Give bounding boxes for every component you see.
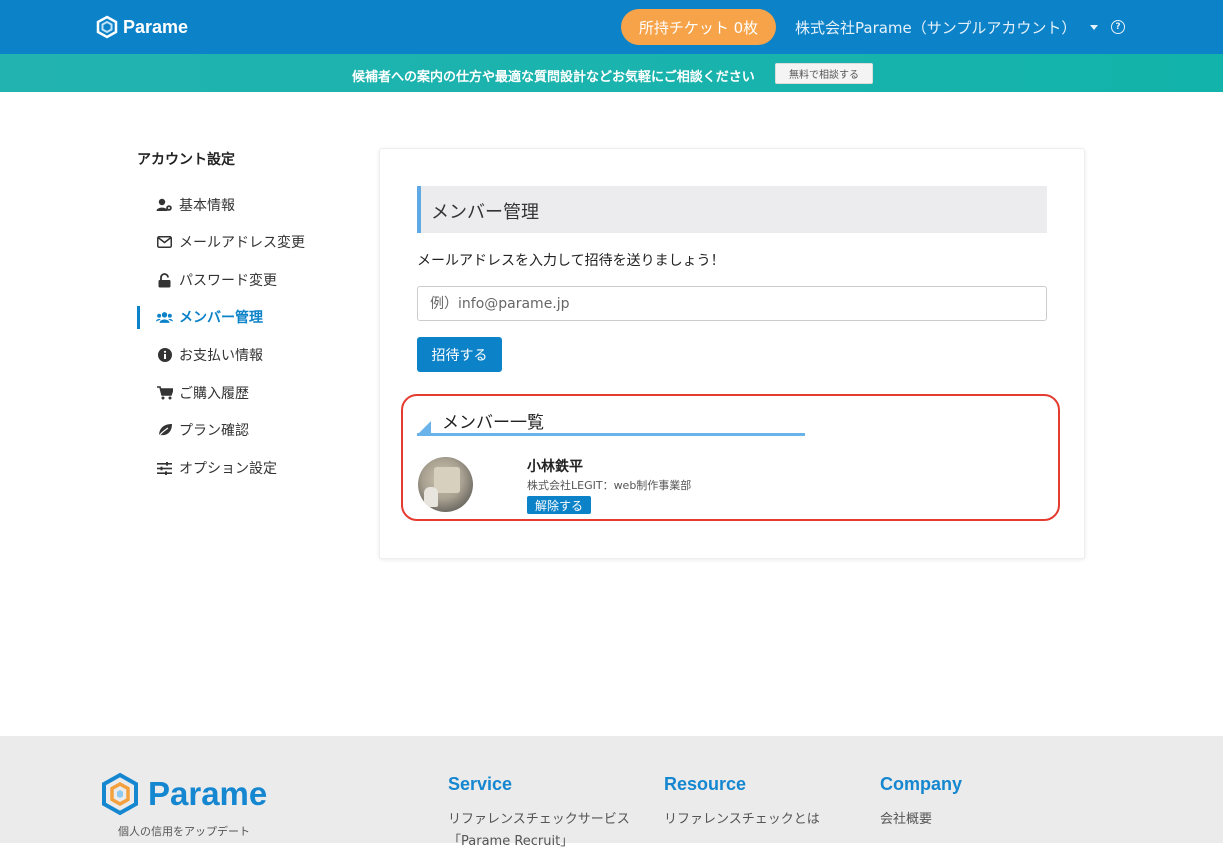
sidebar-title: アカウント設定: [137, 152, 235, 168]
header-brand: Parame: [123, 16, 189, 37]
top-header: Parame 所持チケット 0枚 株式会社Parame（サンプルアカウント） ?: [0, 0, 1223, 54]
question-circle-icon[interactable]: ?: [1111, 20, 1125, 34]
chevron-down-icon: [1090, 25, 1099, 30]
cart-icon: [156, 385, 173, 401]
invite-description: メールアドレスを入力して招待を送りましょう！: [417, 253, 725, 269]
user-gear-icon: [156, 197, 173, 213]
sidebar-item-label: オプション設定: [179, 461, 277, 477]
footer-service-title: Service: [448, 774, 513, 794]
footer-tagline: 個人の信用をアップデート: [118, 825, 250, 838]
member-organization: 株式会社LEGIT：web制作事業部: [527, 479, 692, 492]
sidebar-item-option-settings[interactable]: オプション設定: [156, 458, 277, 478]
sidebar-item-password-change[interactable]: パスワード変更: [156, 270, 277, 290]
sidebar-item-purchase-history[interactable]: ご購入履歴: [156, 383, 249, 403]
member-name: 小林鉄平: [527, 459, 583, 475]
footer-link-parame-recruit[interactable]: 「Parame Recruit」: [448, 830, 573, 849]
active-indicator: [137, 306, 140, 329]
unlock-icon: [156, 272, 173, 288]
sidebar-item-email-change[interactable]: メールアドレス変更: [156, 232, 305, 252]
avatar: [418, 457, 473, 512]
sidebar-item-label: メンバー管理: [179, 310, 263, 326]
users-icon: [156, 309, 173, 325]
parame-logo-icon: [102, 772, 138, 816]
sidebar-item-label: パスワード変更: [179, 273, 277, 289]
sidebar-item-member-management[interactable]: メンバー管理: [156, 307, 263, 327]
sidebar-item-label: メールアドレス変更: [179, 235, 305, 251]
member-list-underline: [417, 433, 805, 436]
footer-company-title: Company: [880, 774, 963, 794]
sidebar-item-label: ご購入履歴: [179, 386, 249, 402]
header-logo[interactable]: Parame: [95, 15, 188, 39]
member-list-title: メンバー一覧: [442, 413, 544, 433]
invite-email-input[interactable]: [417, 286, 1047, 321]
sidebar-item-plan-check[interactable]: プラン確認: [156, 420, 249, 440]
free-consult-button[interactable]: 無料で相談する: [775, 63, 873, 84]
footer-link-company-overview[interactable]: 会社概要: [880, 808, 932, 827]
banner-text: 候補者への案内の仕方や最適な質問設計などお気軽にご相談ください: [352, 70, 755, 85]
leaf-icon: [156, 422, 173, 438]
footer-link-about-reference-check[interactable]: リファレンスチェックとは: [664, 808, 820, 827]
consultation-banner: 候補者への案内の仕方や最適な質問設計などお気軽にご相談ください: [0, 54, 1223, 92]
invite-button[interactable]: 招待する: [417, 337, 502, 372]
sidebar-item-payment-info[interactable]: お支払い情報: [156, 345, 263, 365]
parame-logo-icon: [96, 15, 118, 39]
remove-member-button[interactable]: 解除する: [527, 496, 591, 514]
footer-brand: Parame: [148, 775, 268, 812]
footer-logo[interactable]: Parame: [98, 772, 267, 816]
sidebar-item-label: お支払い情報: [179, 348, 263, 364]
sidebar-item-basic-info[interactable]: 基本情報: [156, 195, 235, 215]
footer-resource-title: Resource: [664, 774, 747, 794]
ticket-count-button[interactable]: 所持チケット 0枚: [621, 9, 776, 45]
account-name: 株式会社Parame（サンプルアカウント）: [795, 19, 1077, 37]
sidebar-item-label: プラン確認: [179, 423, 249, 439]
footer-link-reference-check-service[interactable]: リファレンスチェックサービス: [448, 808, 630, 827]
info-circle-icon: [156, 347, 173, 363]
sliders-icon: [156, 460, 173, 476]
section-title: メンバー管理: [431, 202, 539, 223]
account-dropdown[interactable]: 株式会社Parame（サンプルアカウント）: [795, 17, 1099, 38]
envelope-icon: [156, 234, 173, 250]
sidebar-item-label: 基本情報: [179, 198, 235, 214]
